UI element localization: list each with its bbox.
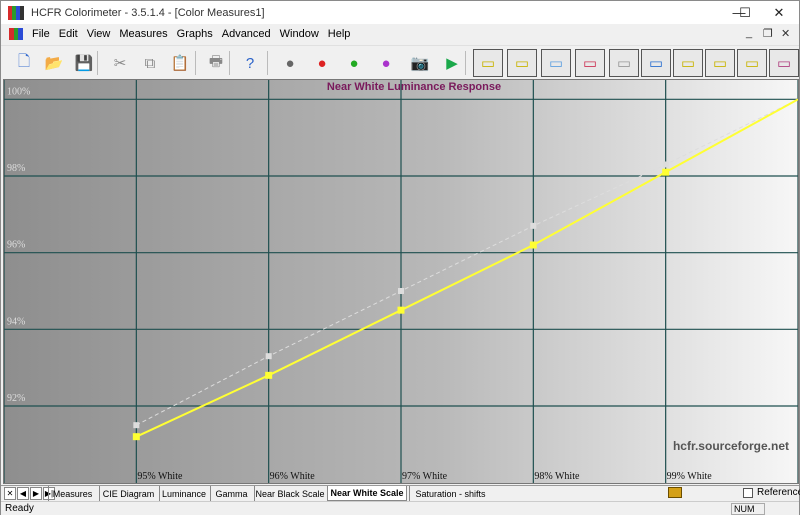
graph-near-white-icon[interactable]: ▭ [705, 49, 735, 77]
y-tick-label: 94% [7, 316, 25, 327]
data-point-reference [265, 353, 272, 360]
data-point-measured [132, 433, 140, 441]
toolbar-separator [195, 51, 196, 75]
graph-gamma-icon[interactable]: ▭ [507, 49, 537, 77]
chart-area: 92% 94% 96% 98% 100% 95% White 96% White 97% Wh… [3, 79, 799, 484]
tab-near-white-scale[interactable]: Near White Scale [327, 486, 407, 501]
menu-view[interactable]: View [87, 28, 111, 40]
camera-icon[interactable]: 📷 [405, 49, 435, 77]
data-point-reference [662, 161, 669, 168]
cut-icon[interactable]: ✂ [105, 49, 135, 77]
close-button[interactable]: ✕ [759, 1, 799, 24]
save-icon[interactable]: 💾 [69, 49, 99, 77]
y-tick-label: 96% [7, 240, 25, 251]
tab-gamma[interactable]: Gamma [210, 486, 252, 501]
document-icon[interactable] [9, 28, 24, 40]
mdi-close-button[interactable]: ✕ [781, 27, 790, 40]
data-point-reference [398, 288, 404, 294]
mdi-restore-button[interactable]: ❐ [763, 27, 773, 40]
num-lock-indicator: NUM [731, 503, 765, 515]
menu-bar: File Edit View Measures Graphs Advanced Window… [1, 24, 799, 44]
tab-measures[interactable]: Measures [48, 486, 96, 501]
chart-title: Near White Luminance Response [327, 81, 501, 93]
y-tick-label: 98% [7, 163, 25, 174]
graph-color-temp-icon[interactable]: ▭ [609, 49, 639, 77]
graph-measures-icon[interactable]: ▭ [769, 49, 799, 77]
app-window: HCFR Colorimeter - 3.5.1.4 - [Color Meas… [0, 0, 800, 515]
measure-all-icon[interactable]: ● [371, 49, 401, 77]
tab-near-black-scale[interactable]: Near Black Scale [254, 486, 325, 501]
data-point-measured [529, 241, 537, 249]
data-point-measured [397, 306, 405, 314]
tab-close-icon[interactable]: ✕ [4, 487, 16, 500]
open-folder-icon[interactable]: 📂 [39, 49, 69, 77]
menu-edit[interactable]: Edit [59, 28, 78, 40]
graph-gray-luminance-icon[interactable]: ▭ [473, 49, 503, 77]
y-tick-label: 92% [7, 393, 25, 404]
toolbar: 🗋 📂 💾 ✂ ⧉ 📋 🖶? ● ● ● ● 📷 ▶ ▭ ▭ ▭ ▭ ▭ ▭ ▭ ▭ ▭ ▭ [1, 45, 799, 79]
app-logo-icon [8, 5, 24, 20]
help-icon[interactable]: ? [235, 49, 265, 77]
data-point-reference [530, 222, 537, 229]
mdi-minimize-button[interactable]: _ [746, 27, 752, 39]
data-point-measured [265, 371, 273, 379]
data-point-measured [662, 168, 670, 176]
new-document-icon[interactable]: 🗋 [9, 49, 39, 77]
x-tick-label: 96% White [270, 471, 316, 482]
tab-prev-icon[interactable]: ◀ [17, 487, 29, 500]
toolbar-separator [229, 51, 230, 75]
measure-primaries-icon[interactable]: ● [307, 49, 337, 77]
graph-saturation-icon[interactable]: ▭ [737, 49, 767, 77]
data-point-reference [133, 422, 140, 429]
x-tick-label: 98% White [534, 471, 580, 482]
x-tick-label: 99% White [667, 471, 713, 482]
near-white-chart: 92% 94% 96% 98% 100% 95% White 96% White 97% Wh… [3, 80, 799, 483]
copy-icon[interactable]: ⧉ [135, 49, 165, 77]
paste-icon[interactable]: 📋 [165, 49, 195, 77]
graph-cie-icon[interactable]: ▭ [641, 49, 671, 77]
menu-help[interactable]: Help [328, 28, 351, 40]
status-text: Ready [5, 503, 34, 514]
menu-graphs[interactable]: Graphs [177, 28, 213, 40]
measure-secondaries-icon[interactable]: ● [339, 49, 369, 77]
tab-cie-diagram[interactable]: CIE Diagram [99, 486, 157, 501]
status-bar: Ready NUM [1, 501, 799, 515]
menu-file[interactable]: File [32, 28, 50, 40]
menu-advanced[interactable]: Advanced [222, 28, 271, 40]
x-tick-label: 95% White [137, 471, 183, 482]
reference-label: Reference [757, 487, 800, 498]
site-watermark: hcfr.sourceforge.net [673, 439, 789, 453]
title-bar: HCFR Colorimeter - 3.5.1.4 - [Color Meas… [1, 1, 799, 24]
tab-saturation-shifts[interactable]: Saturation - shifts [409, 486, 491, 501]
print-icon[interactable]: 🖶 [201, 49, 231, 77]
toolbar-separator [97, 51, 98, 75]
graph-rgb-histogram-icon[interactable]: ▭ [575, 49, 605, 77]
toolbar-separator [465, 51, 466, 75]
toolbar-separator [267, 51, 268, 75]
menu-window[interactable]: Window [280, 28, 319, 40]
graph-rgb-levels-icon[interactable]: ▭ [541, 49, 571, 77]
window-title: HCFR Colorimeter - 3.5.1.4 - [Color Meas… [31, 6, 265, 19]
measure-gray-icon[interactable]: ● [275, 49, 305, 77]
tab-luminance[interactable]: Luminance [159, 486, 208, 501]
menu-measures[interactable]: Measures [119, 28, 167, 40]
flag-icon [668, 487, 682, 498]
reference-checkbox[interactable] [743, 488, 753, 498]
graph-near-black-icon[interactable]: ▭ [673, 49, 703, 77]
y-tick-label: 100% [7, 86, 30, 97]
x-tick-label: 97% White [402, 471, 448, 482]
tab-next-icon[interactable]: ▶ [30, 487, 42, 500]
play-icon[interactable]: ▶ [437, 49, 467, 77]
